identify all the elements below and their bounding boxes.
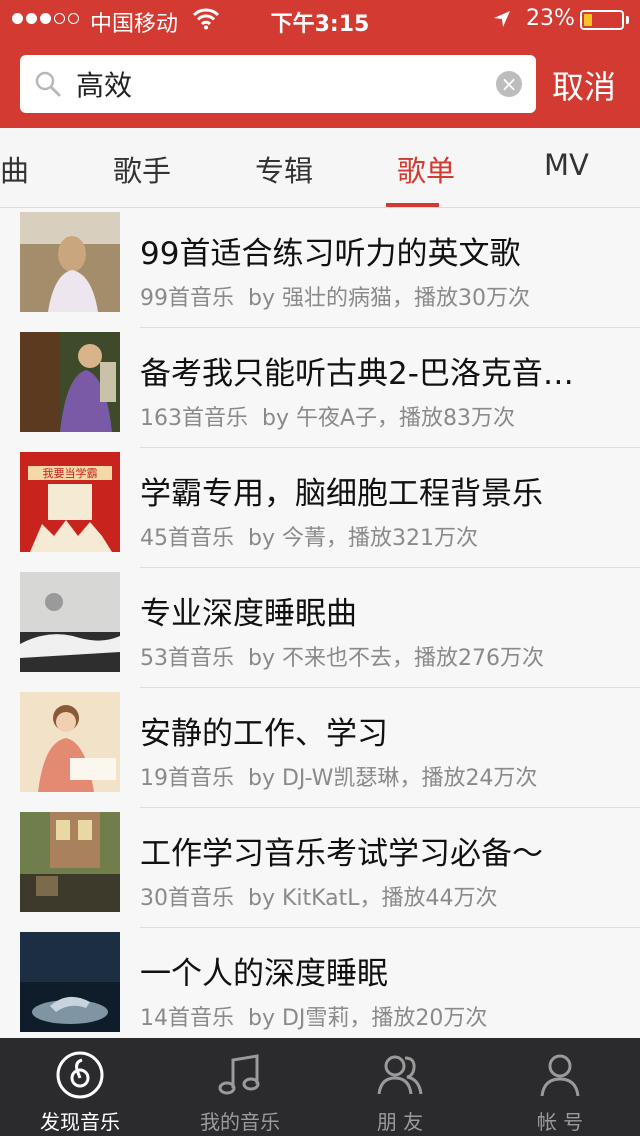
list-item[interactable]: 备考我只能听古典2-巴洛克音… 163首音乐 by 午夜A子，播放83万次 — [0, 328, 640, 448]
playlist-title: 一个人的深度睡眠 — [140, 956, 388, 992]
cover-caption: 我要当学霸 — [43, 466, 98, 480]
list-item[interactable]: 一个人的深度睡眠 14首音乐 by DJ雪莉，播放20万次 — [0, 928, 640, 1048]
music-note-icon — [213, 1048, 267, 1102]
play-count: ，播放321万次 — [325, 526, 478, 551]
play-count: ，播放276万次 — [391, 646, 544, 671]
song-count: 99首音乐 — [140, 286, 234, 311]
playlist-author: by KitKatL — [248, 886, 360, 911]
tab-discover-music[interactable]: 发现音乐 — [0, 1038, 160, 1136]
playlist-author: by 不来也不去 — [248, 646, 392, 671]
playlist-cover — [20, 332, 120, 432]
song-count: 45首音乐 — [140, 526, 234, 551]
playlist-cover — [20, 212, 120, 312]
list-item[interactable]: 专业深度睡眠曲 53首音乐 by 不来也不去，播放276万次 — [0, 568, 640, 688]
list-item[interactable]: 99首适合练习听力的英文歌 99首音乐 by 强壮的病猫，播放30万次 — [0, 208, 640, 328]
playlist-meta: 99首音乐 by 强壮的病猫，播放30万次 — [140, 280, 530, 312]
tab-my-music[interactable]: 我的音乐 — [160, 1038, 320, 1136]
playlist-meta: 45首音乐 by 今菁，播放321万次 — [140, 520, 478, 552]
playlist-meta: 53首音乐 by 不来也不去，播放276万次 — [140, 640, 544, 672]
playlist-title: 工作学习音乐考试学习必备～ — [140, 836, 543, 872]
search-input[interactable] — [76, 61, 486, 107]
result-type-tabs: 曲 歌手 专辑 歌单 MV — [0, 128, 640, 208]
netease-logo-icon — [53, 1048, 107, 1102]
playlist-cover — [20, 692, 120, 792]
location-arrow-icon — [492, 9, 512, 35]
tab-label: 帐 号 — [536, 1110, 584, 1134]
play-count: ，播放20万次 — [349, 1006, 488, 1031]
playlist-cover: 我要当学霸 — [20, 452, 120, 552]
playlist-title: 备考我只能听古典2-巴洛克音… — [140, 356, 574, 392]
tab-albums[interactable]: 专辑 — [255, 148, 313, 190]
tab-playlists[interactable]: 歌单 — [397, 148, 455, 190]
tab-label: 发现音乐 — [40, 1110, 120, 1134]
battery-percent: 23% — [526, 6, 575, 31]
playlist-author: by 强壮的病猫 — [248, 286, 392, 311]
tab-label: 我的音乐 — [200, 1110, 280, 1134]
song-count: 14首音乐 — [140, 1006, 234, 1031]
playlist-title: 99首适合练习听力的英文歌 — [140, 236, 521, 272]
playlist-author: by 午夜A子 — [262, 406, 378, 431]
tab-label: 朋 友 — [376, 1110, 424, 1134]
song-count: 53首音乐 — [140, 646, 234, 671]
playlist-author: by 今菁 — [248, 526, 326, 551]
tab-account[interactable]: 帐 号 — [480, 1038, 640, 1136]
playlist-author: by DJ-W凯瑟琳 — [248, 766, 400, 791]
playlist-meta: 14首音乐 by DJ雪莉，播放20万次 — [140, 1000, 487, 1032]
play-count: ，播放24万次 — [399, 766, 538, 791]
status-bar: 中国移动 下午3:15 23% — [0, 0, 640, 40]
play-count: ，播放83万次 — [377, 406, 516, 431]
song-count: 19首音乐 — [140, 766, 234, 791]
play-count: ，播放44万次 — [359, 886, 498, 911]
playlist-cover — [20, 812, 120, 912]
tab-songs[interactable]: 曲 — [0, 148, 29, 190]
active-tab-indicator — [386, 203, 439, 207]
playlist-cover — [20, 932, 120, 1032]
playlist-meta: 163首音乐 by 午夜A子，播放83万次 — [140, 400, 515, 432]
playlist-title: 安静的工作、学习 — [140, 716, 388, 752]
search-field[interactable]: × — [20, 55, 536, 113]
playlist-results: 99首适合练习听力的英文歌 99首音乐 by 强壮的病猫，播放30万次 备考我只能… — [0, 208, 640, 1048]
search-results-screen: 中国移动 下午3:15 23% 高效 × 取消 曲 歌手 专辑 歌单 MV 99… — [0, 0, 640, 1136]
playlist-meta: 19首音乐 by DJ-W凯瑟琳，播放24万次 — [140, 760, 537, 792]
bottom-tab-bar: 发现音乐 我的音乐 朋 友 帐 号 — [0, 1038, 640, 1136]
search-icon — [34, 70, 62, 102]
account-icon — [533, 1048, 587, 1102]
playlist-cover — [20, 572, 120, 672]
tab-mv[interactable]: MV — [544, 148, 589, 182]
cancel-button[interactable]: 取消 — [552, 62, 616, 108]
clear-icon[interactable]: × — [496, 71, 522, 97]
playlist-title: 学霸专用，脑细胞工程背景乐 — [140, 476, 543, 512]
playlist-title: 专业深度睡眠曲 — [140, 596, 357, 632]
playlist-meta: 30首音乐 by KitKatL，播放44万次 — [140, 880, 498, 912]
header: 中国移动 下午3:15 23% 高效 × 取消 — [0, 0, 640, 128]
tab-artists[interactable]: 歌手 — [113, 148, 171, 190]
list-item[interactable]: 安静的工作、学习 19首音乐 by DJ-W凯瑟琳，播放24万次 — [0, 688, 640, 808]
battery-tip — [626, 16, 629, 24]
list-item[interactable]: 我要当学霸 学霸专用，脑细胞工程背景乐 45首音乐 by 今菁，播放321万次 — [0, 448, 640, 568]
tab-friends[interactable]: 朋 友 — [320, 1038, 480, 1136]
song-count: 30首音乐 — [140, 886, 234, 911]
battery-icon — [580, 10, 624, 30]
friends-icon — [373, 1048, 427, 1102]
song-count: 163首音乐 — [140, 406, 248, 431]
play-count: ，播放30万次 — [391, 286, 530, 311]
playlist-author: by DJ雪莉 — [248, 1006, 350, 1031]
list-item[interactable]: 工作学习音乐考试学习必备～ 30首音乐 by KitKatL，播放44万次 — [0, 808, 640, 928]
